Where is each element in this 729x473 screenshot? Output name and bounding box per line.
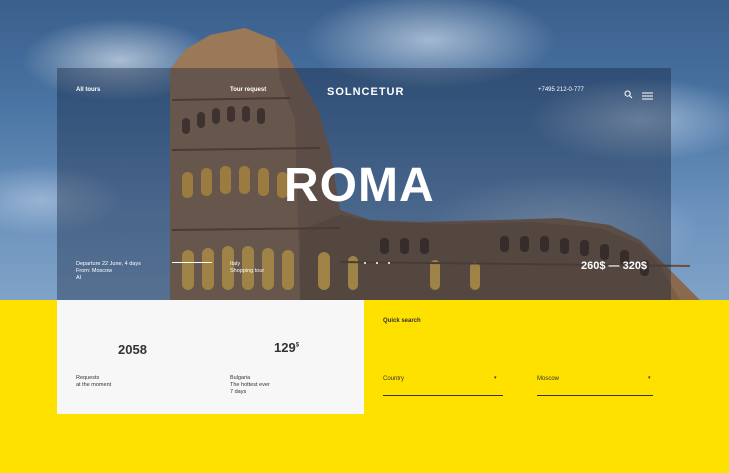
departure-text: Departure 22 June, 4 days <box>76 261 141 267</box>
airline-text: AI <box>76 275 82 281</box>
chevron-down-icon[interactable]: ▾ <box>494 375 497 381</box>
brand-logo[interactable]: SOLNCETUR <box>327 86 404 98</box>
requests-label-line1: Requests <box>76 375 100 381</box>
nav-tour-request-link[interactable]: Tour request <box>230 87 266 93</box>
hero-title: ROMA <box>284 159 435 212</box>
search-icon[interactable] <box>624 86 633 104</box>
city-select[interactable]: Moscow <box>537 376 559 382</box>
tour-type-text: Shopping tour <box>230 268 265 274</box>
requests-label-line2: at the moment <box>76 382 112 388</box>
tour-info: Departure 22 June, 4 days From: Moscow A… <box>76 261 141 282</box>
nav-all-tours-link[interactable]: All tours <box>76 87 100 93</box>
slider-dot[interactable] <box>364 262 366 264</box>
hamburger-menu-icon[interactable] <box>642 87 653 105</box>
country-text: Italy <box>230 261 241 267</box>
bulgaria-price-value: 129 <box>274 340 296 355</box>
city-field-underline <box>537 395 653 396</box>
quick-search-title: Quick search <box>383 318 421 324</box>
requests-label: Requests at the moment <box>76 375 111 389</box>
bulgaria-label-line1: Bulgaria <box>230 375 251 381</box>
country-field-underline <box>383 395 503 396</box>
phone-number[interactable]: +7495 212-0-777 <box>538 87 584 93</box>
country-select[interactable]: Country <box>383 376 404 382</box>
slider-dot[interactable] <box>388 262 390 264</box>
price-range: 260$ — 320$ <box>581 260 648 272</box>
from-text: From: Moscow <box>76 268 113 274</box>
slider-dot[interactable] <box>376 262 378 264</box>
stats-card <box>57 300 364 414</box>
bulgaria-label-line2: The hottest ever <box>230 382 270 388</box>
requests-count: 2058 <box>118 342 147 357</box>
tour-type-info: Italy Shopping tour <box>230 261 264 275</box>
bulgaria-label-line3: 7 days <box>230 389 247 395</box>
bulgaria-price-currency: $ <box>295 342 300 349</box>
bulgaria-label: Bulgaria The hottest ever 7 days <box>230 375 270 396</box>
slider-progress-line <box>172 262 212 263</box>
chevron-down-icon[interactable]: ▾ <box>648 375 651 381</box>
bulgaria-price: 129$ <box>274 340 299 355</box>
